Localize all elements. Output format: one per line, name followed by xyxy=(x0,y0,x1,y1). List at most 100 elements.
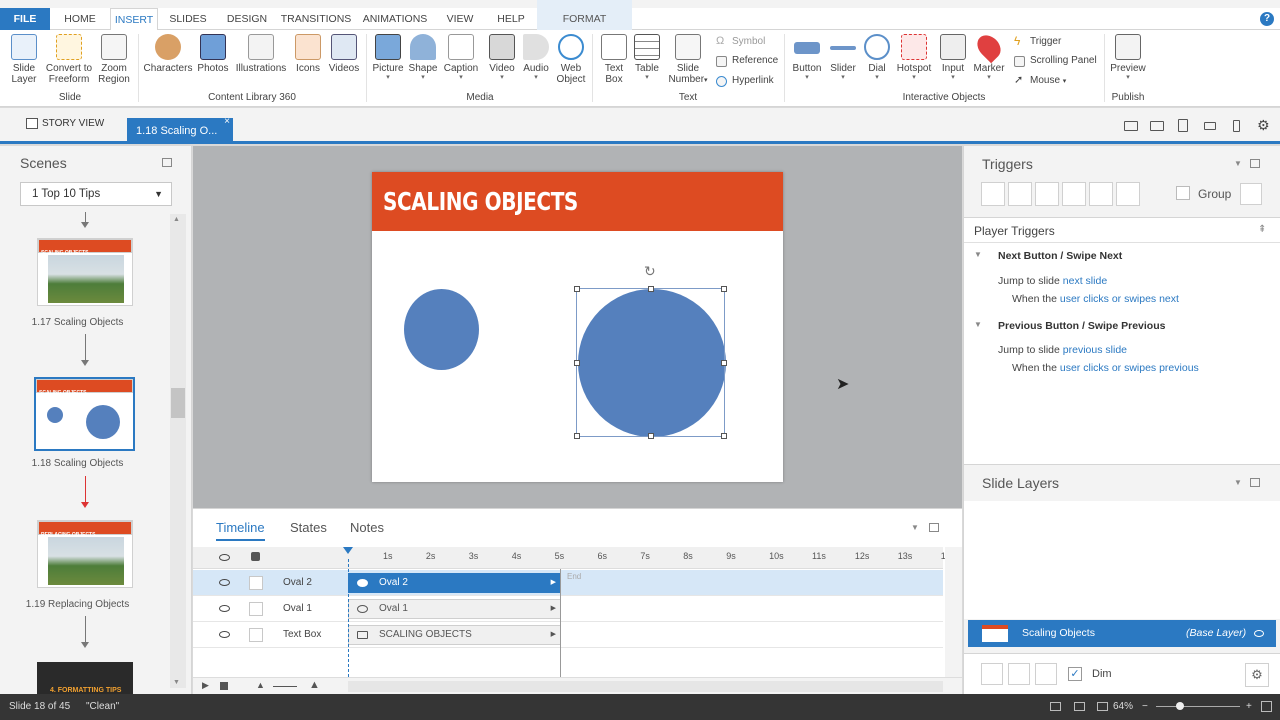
chevron-down-icon[interactable]: ▼ xyxy=(974,320,982,329)
slide-number-button[interactable]: Slide Number▾ xyxy=(665,34,711,86)
marker-button[interactable]: Marker ▾ xyxy=(971,30,1007,81)
normal-view-icon[interactable] xyxy=(1050,702,1061,711)
eye-icon[interactable] xyxy=(219,631,230,638)
slide-document-tab[interactable]: 1.18 Scaling O... × xyxy=(127,116,233,144)
slide-thumbnail-1-19[interactable]: REPLACING OBJECTS xyxy=(37,520,133,588)
delete-trigger-button[interactable] xyxy=(1089,182,1113,206)
tablet-landscape-icon[interactable] xyxy=(1150,121,1164,131)
dim-checkbox[interactable]: ✓ xyxy=(1068,667,1082,681)
tab-view[interactable]: VIEW xyxy=(438,8,482,30)
trigger-target-link[interactable]: previous xyxy=(1159,362,1199,374)
lock-checkbox[interactable] xyxy=(249,628,263,642)
close-icon[interactable]: × xyxy=(224,109,230,135)
trigger-object-link[interactable]: user xyxy=(1060,293,1080,305)
caption-button[interactable]: Caption ▾ xyxy=(441,34,481,81)
trigger-target-link[interactable]: next slide xyxy=(1063,275,1107,287)
next-trigger-action[interactable]: Jump to slide next slide xyxy=(998,275,1107,287)
illustrations-button[interactable]: Illustrations xyxy=(232,34,290,74)
tab-states[interactable]: States xyxy=(290,520,327,535)
resize-handle[interactable] xyxy=(574,433,580,439)
duplicate-layer-button[interactable] xyxy=(1008,663,1030,685)
zoom-in-icon[interactable]: ▲ xyxy=(309,679,320,691)
resize-handle[interactable] xyxy=(648,286,654,292)
timeline-row[interactable]: Text Box SCALING OBJECTS ▶ xyxy=(193,622,943,648)
mouse-button[interactable]: ➚ Mouse ▾ xyxy=(1014,73,1066,89)
video-button[interactable]: Video ▾ xyxy=(485,34,519,81)
icons-button[interactable]: Icons xyxy=(292,34,324,74)
scenes-scrollbar[interactable]: ▲ ▼ xyxy=(170,214,186,688)
desktop-view-icon[interactable] xyxy=(1124,121,1138,131)
resize-handle[interactable] xyxy=(721,433,727,439)
timeline-vertical-scrollbar[interactable] xyxy=(945,547,962,677)
gear-icon[interactable]: ⚙ xyxy=(1245,663,1269,687)
resize-handle[interactable] xyxy=(721,286,727,292)
tab-design[interactable]: DESIGN xyxy=(222,8,272,30)
story-view-tab[interactable]: STORY VIEW xyxy=(22,118,104,129)
previous-trigger-action[interactable]: Jump to slide previous slide xyxy=(998,344,1127,356)
fit-to-window-icon[interactable] xyxy=(1261,701,1272,712)
help-icon[interactable]: ? xyxy=(1260,12,1274,26)
trigger-button[interactable]: ϟ Trigger xyxy=(1014,34,1061,50)
slide-thumbnail-1-17[interactable]: SCALING OBJECTS xyxy=(37,238,133,306)
trigger-target-link[interactable]: previous slide xyxy=(1063,344,1127,356)
eye-icon[interactable] xyxy=(219,554,230,561)
trigger-object-link[interactable]: user xyxy=(1060,362,1080,374)
tab-help[interactable]: HELP xyxy=(490,8,532,30)
button-button[interactable]: Button ▾ xyxy=(789,34,825,81)
dial-button[interactable]: Dial ▾ xyxy=(862,34,892,81)
chevron-down-icon[interactable]: ▼ xyxy=(974,250,982,259)
hyperlink-button[interactable]: Hyperlink xyxy=(716,73,774,89)
videos-button[interactable]: Videos xyxy=(326,34,362,74)
panel-float-icon[interactable] xyxy=(162,158,172,167)
zoom-out-icon[interactable]: − xyxy=(1142,694,1148,720)
slide-layer-button[interactable]: Slide Layer xyxy=(7,34,41,85)
previous-trigger-condition[interactable]: When the user clicks or swipes previous xyxy=(1012,362,1199,374)
phone-landscape-icon[interactable] xyxy=(1204,122,1216,130)
stop-icon[interactable] xyxy=(220,682,228,690)
paste-trigger-button[interactable] xyxy=(1062,182,1086,206)
characters-button[interactable]: Characters xyxy=(143,34,193,74)
expand-icon[interactable]: ▶ xyxy=(551,626,556,644)
scene-select[interactable]: 1 Top 10 Tips ▼ xyxy=(20,182,172,206)
timeline-end-line[interactable] xyxy=(560,569,561,687)
zoom-region-button[interactable]: Zoom Region xyxy=(97,34,131,85)
edit-trigger-button[interactable] xyxy=(1008,182,1032,206)
panel-float-icon[interactable] xyxy=(1250,478,1260,487)
trigger-window-button[interactable] xyxy=(1240,183,1262,205)
slide-header-bar[interactable]: SCALING OBJECTS xyxy=(372,172,783,231)
move-trigger-button[interactable] xyxy=(1116,182,1140,206)
lock-checkbox[interactable] xyxy=(249,602,263,616)
eye-icon[interactable] xyxy=(219,579,230,586)
resize-handle[interactable] xyxy=(721,360,727,366)
zoom-slider[interactable] xyxy=(273,686,297,687)
tab-slides[interactable]: SLIDES xyxy=(164,8,212,30)
trigger-event-link[interactable]: clicks or swipes xyxy=(1083,293,1156,305)
rotate-handle-icon[interactable]: ↻ xyxy=(644,263,656,280)
trigger-target-link[interactable]: next xyxy=(1159,293,1179,305)
zoom-in-icon[interactable]: + xyxy=(1246,694,1252,720)
resize-handle[interactable] xyxy=(574,360,580,366)
lock-checkbox[interactable] xyxy=(249,576,263,590)
next-trigger-condition[interactable]: When the user clicks or swipes next xyxy=(1012,293,1179,305)
trigger-event-link[interactable]: clicks or swipes xyxy=(1083,362,1156,374)
panel-collapse-icon[interactable]: ▼ xyxy=(911,523,919,532)
slide-thumbnail-1-18[interactable]: SCALING OBJECTS xyxy=(34,377,135,451)
play-icon[interactable]: ▶ xyxy=(202,680,209,691)
panel-collapse-icon[interactable]: ▼ xyxy=(1234,478,1242,487)
resize-handle[interactable] xyxy=(574,286,580,292)
tablet-portrait-icon[interactable] xyxy=(1178,119,1188,132)
timeline-bar[interactable]: Oval 2 ▶ xyxy=(348,573,561,593)
slide-thumbnail-next[interactable]: 4. FORMATTING TIPS xyxy=(37,662,133,694)
resize-handle[interactable] xyxy=(648,433,654,439)
tab-insert[interactable]: INSERT xyxy=(110,8,158,31)
timeline-bar[interactable]: SCALING OBJECTS ▶ xyxy=(348,625,561,645)
timeline-row[interactable]: Oval 2 Oval 2 ▶ End xyxy=(193,570,943,596)
zoom-slider-thumb[interactable] xyxy=(1176,702,1184,710)
photos-button[interactable]: Photos xyxy=(195,34,231,74)
table-button[interactable]: Table ▾ xyxy=(631,34,663,81)
timeline-ruler[interactable]: 1s 2s 3s 4s 5s 6s 7s 8s 9s 10s 11s 12s 13s 1 xyxy=(343,547,946,569)
reference-button[interactable]: Reference xyxy=(716,53,778,69)
eye-icon[interactable] xyxy=(1254,630,1264,637)
tab-timeline[interactable]: Timeline xyxy=(216,520,265,541)
base-layer-row[interactable]: Scaling Objects (Base Layer) xyxy=(968,620,1276,647)
